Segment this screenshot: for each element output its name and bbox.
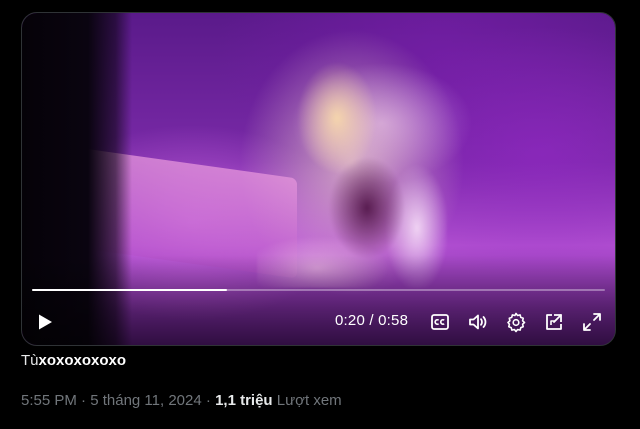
- time-separator: /: [369, 312, 374, 329]
- views-count: 1,1 triệu: [215, 392, 273, 409]
- caption-bold: xoxoxoxoxo: [38, 352, 127, 369]
- time-display: 0:20 / 0:58: [335, 312, 408, 329]
- captions-button[interactable]: [429, 311, 451, 333]
- meta-separator-2: ·: [205, 392, 211, 409]
- picture-in-picture-icon: [546, 314, 562, 330]
- volume-icon: [469, 314, 487, 330]
- meta-separator: ·: [81, 392, 87, 409]
- time-total: 0:58: [378, 312, 409, 329]
- player-controls: 0:20 / 0:58: [22, 307, 615, 337]
- popout-button[interactable]: [543, 311, 565, 333]
- settings-button[interactable]: [505, 311, 527, 333]
- fullscreen-button[interactable]: [581, 311, 603, 333]
- time-current: 0:20: [335, 312, 365, 329]
- tweet-meta: 5:55 PM · 5 tháng 11, 2024 · 1,1 triệu L…: [21, 392, 342, 409]
- closed-captions-icon: [431, 314, 449, 330]
- performer-figure: [257, 58, 447, 288]
- video-player[interactable]: 0:20 / 0:58: [21, 12, 616, 346]
- play-button[interactable]: [36, 313, 54, 331]
- progress-fill: [32, 289, 227, 291]
- caption-prefix: Tù: [21, 352, 39, 369]
- tweet-caption: Tùxoxoxoxoxo: [21, 352, 126, 369]
- fullscreen-icon: [583, 313, 601, 331]
- tweet-date[interactable]: 5 tháng 11, 2024: [90, 392, 202, 409]
- progress-bar[interactable]: [32, 289, 605, 291]
- gear-icon: [507, 312, 526, 333]
- views-label: Lượt xem: [276, 392, 342, 409]
- play-icon: [39, 314, 52, 330]
- tweet-time[interactable]: 5:55 PM: [21, 392, 77, 409]
- volume-button[interactable]: [467, 311, 489, 333]
